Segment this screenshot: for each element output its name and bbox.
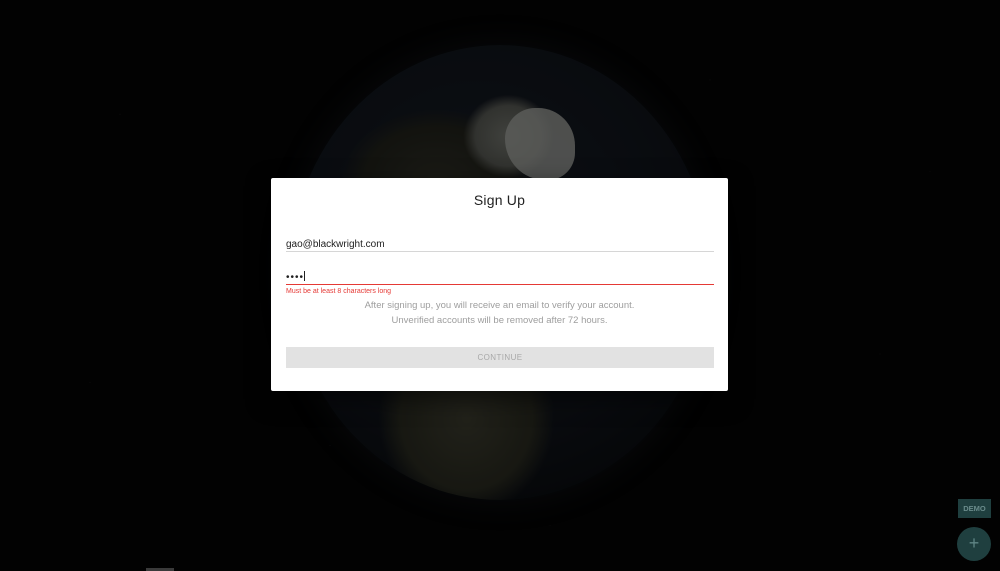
text-cursor: [304, 271, 306, 281]
password-error-message: Must be at least 8 characters long: [286, 288, 392, 295]
email-value: gao@blackwright.com: [286, 239, 385, 250]
email-field[interactable]: gao@blackwright.com: [286, 234, 714, 252]
password-field[interactable]: ••••: [286, 267, 714, 285]
sign-up-dialog: Sign Up gao@blackwright.com •••• Must be…: [271, 178, 728, 391]
continue-button[interactable]: CONTINUE: [286, 347, 714, 368]
verification-info-line-1: After signing up, you will receive an em…: [364, 300, 635, 311]
add-fab-button[interactable]: +: [957, 527, 991, 561]
password-value: ••••: [286, 272, 305, 283]
verification-info-line-2: Unverified accounts will be removed afte…: [391, 315, 608, 326]
dialog-title: Sign Up: [473, 192, 526, 208]
plus-icon: +: [968, 533, 980, 553]
demo-badge[interactable]: DEMO: [958, 499, 991, 518]
